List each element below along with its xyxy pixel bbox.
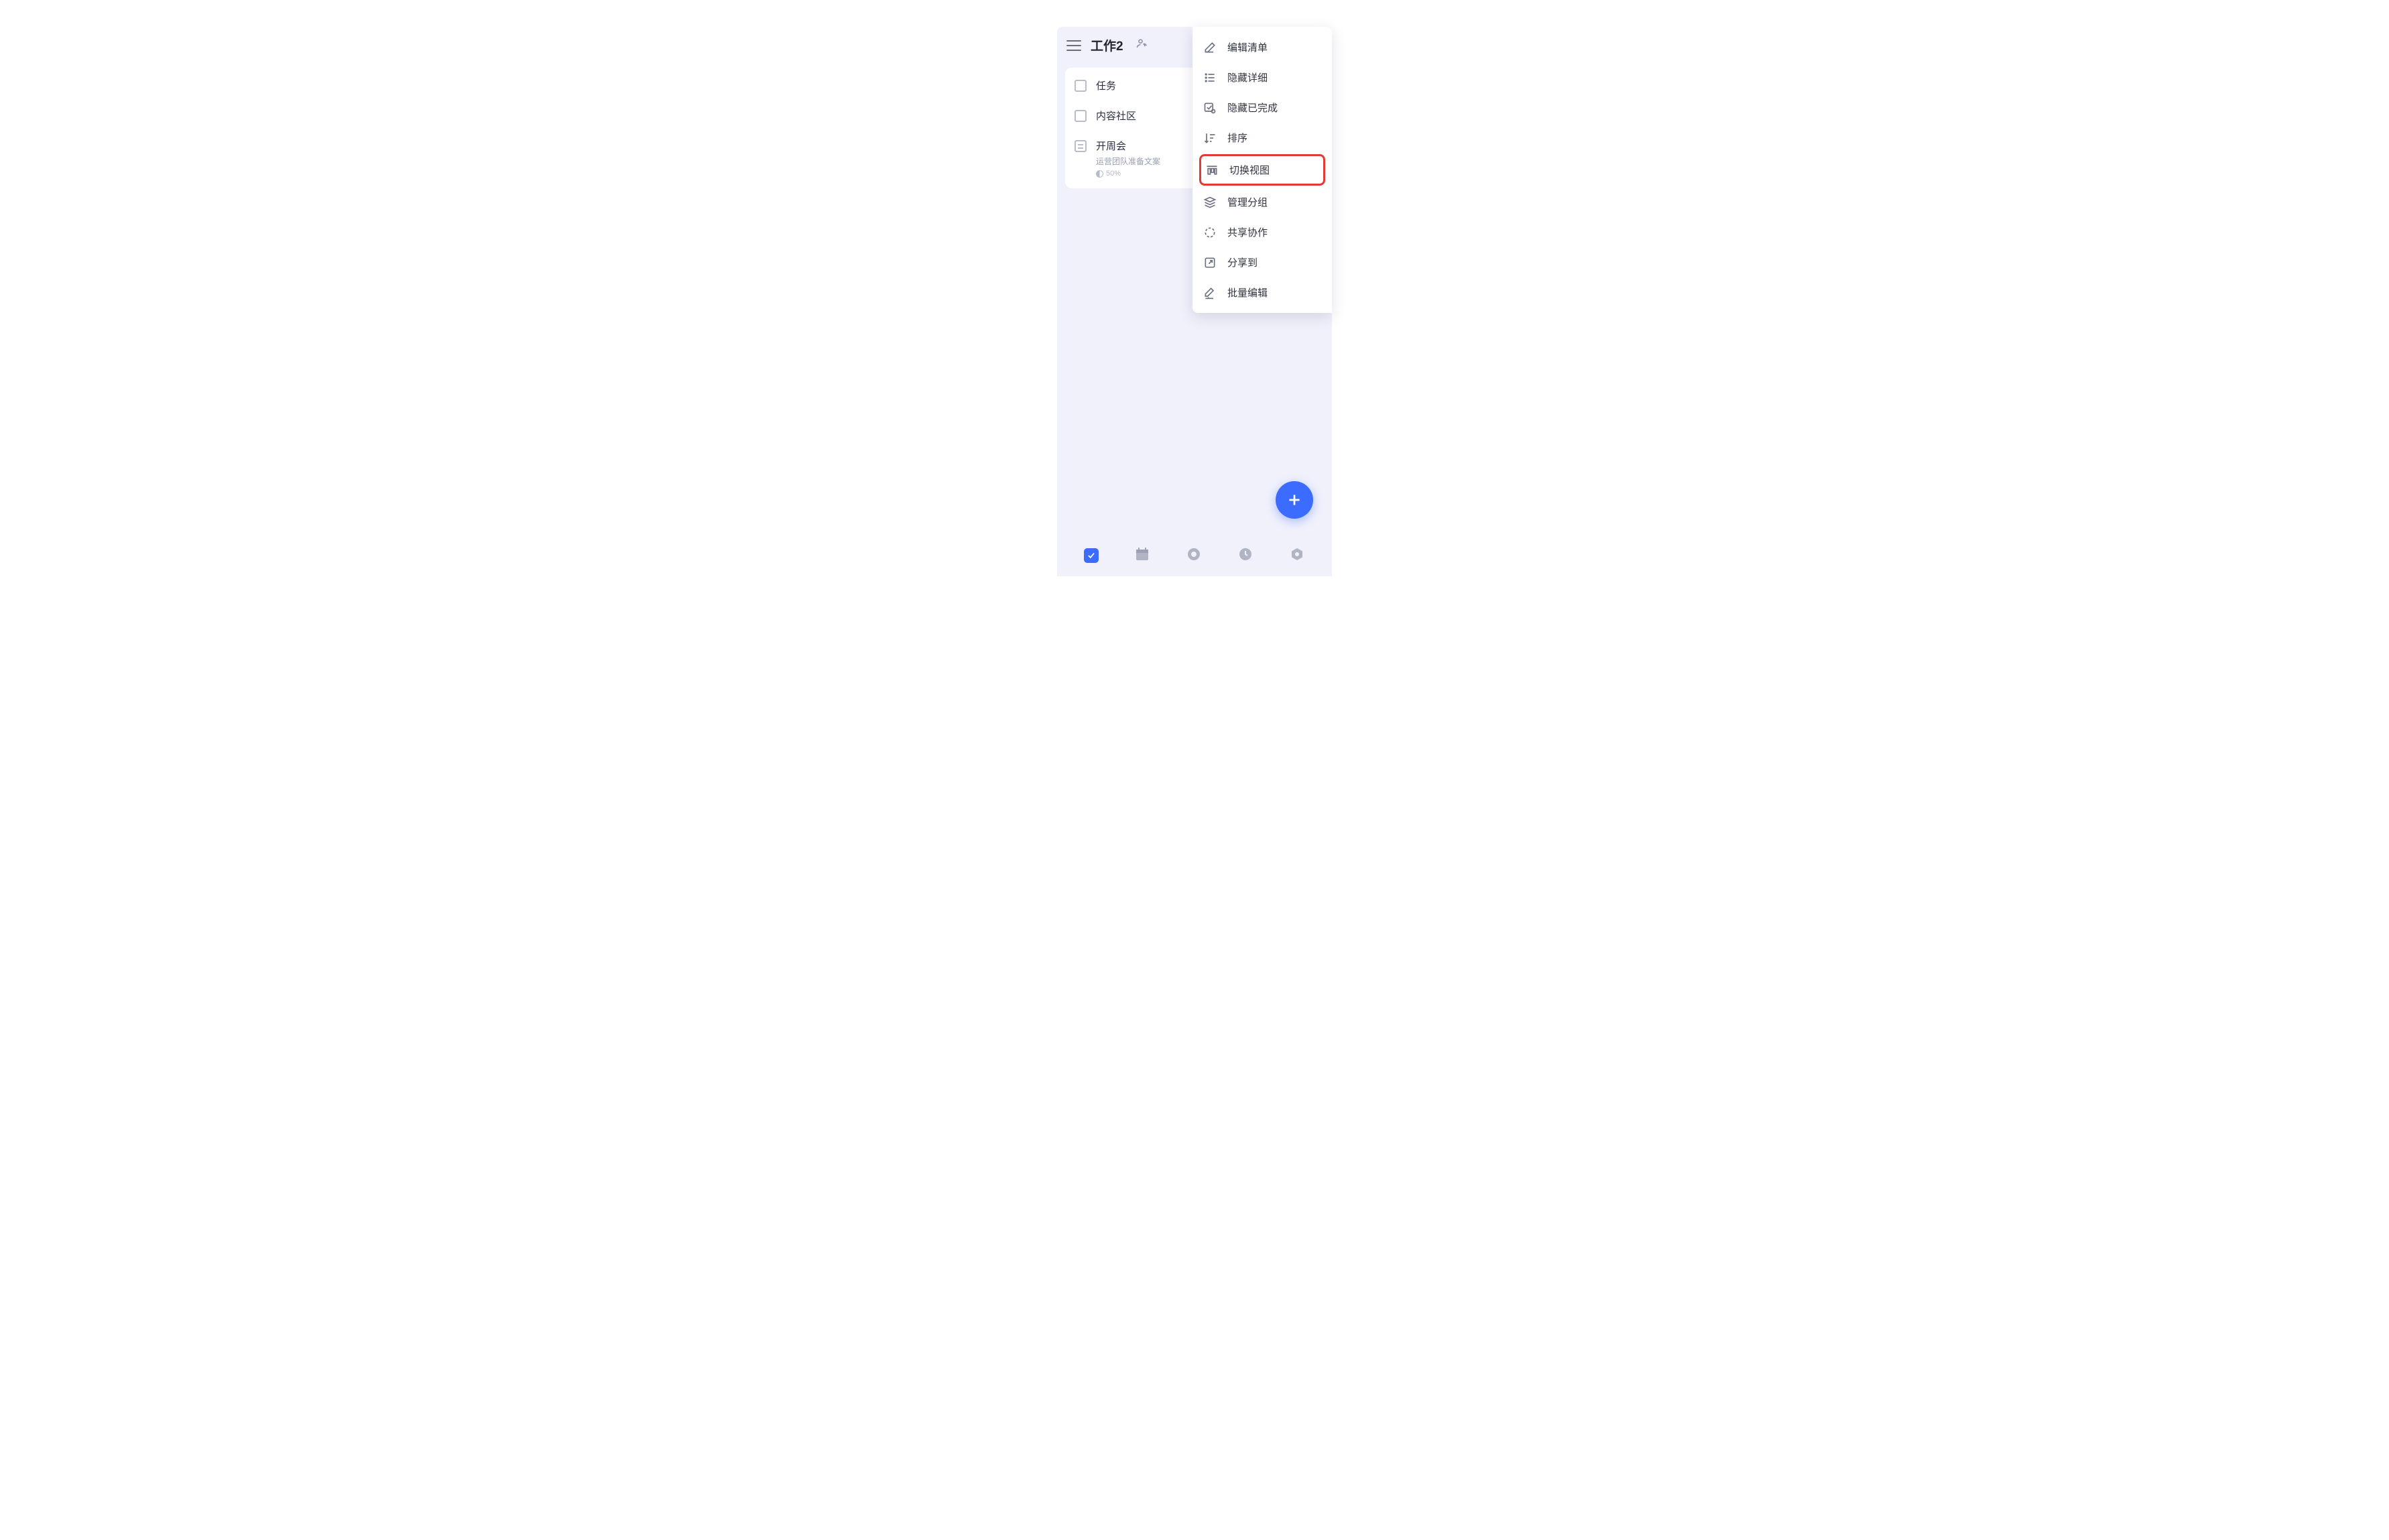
menu-batch-edit[interactable]: 批量编辑 [1192, 277, 1332, 308]
context-menu: 编辑清单 隐藏详细 隐藏已完成 排序 切换视图 [1192, 27, 1332, 313]
tab-settings[interactable] [1289, 546, 1305, 566]
tab-calendar[interactable] [1134, 546, 1150, 566]
menu-label: 分享到 [1227, 255, 1258, 269]
checkbox-icon[interactable] [1075, 80, 1087, 92]
multi-edit-icon [1203, 286, 1217, 300]
tab-habits[interactable] [1237, 546, 1253, 566]
menu-hide-details[interactable]: 隐藏详细 [1192, 62, 1332, 92]
page-title: 工作2 [1091, 36, 1123, 54]
columns-icon [1205, 164, 1219, 177]
check-filled-icon [1084, 548, 1099, 563]
check-done-icon [1203, 101, 1217, 115]
layers-icon [1203, 196, 1217, 209]
menu-share-to[interactable]: 分享到 [1192, 247, 1332, 277]
tab-tasks[interactable] [1084, 548, 1099, 563]
menu-label: 管理分组 [1227, 195, 1268, 209]
menu-hide-completed[interactable]: 隐藏已完成 [1192, 92, 1332, 123]
note-icon[interactable] [1075, 140, 1087, 152]
menu-label: 切换视图 [1229, 163, 1270, 177]
menu-share-collab[interactable]: 共享协作 [1192, 217, 1332, 247]
menu-sort[interactable]: 排序 [1192, 123, 1332, 153]
menu-edit-list[interactable]: 编辑清单 [1192, 32, 1332, 62]
menu-switch-view[interactable]: 切换视图 [1199, 154, 1325, 186]
menu-icon[interactable] [1066, 40, 1081, 51]
menu-label: 共享协作 [1227, 225, 1268, 239]
tab-focus[interactable] [1186, 546, 1202, 566]
tab-bar [1057, 535, 1332, 576]
progress-label: 50% [1106, 170, 1121, 178]
menu-label: 隐藏详细 [1227, 70, 1268, 84]
circle-dashed-icon [1203, 226, 1217, 239]
sort-icon [1203, 131, 1217, 145]
menu-label: 批量编辑 [1227, 285, 1268, 300]
progress-icon [1096, 170, 1103, 178]
checkbox-icon[interactable] [1075, 110, 1087, 122]
menu-manage-groups[interactable]: 管理分组 [1192, 187, 1332, 217]
app-frame: 工作2 任务 内容社区 开周会 运营团队准备文案 [1057, 27, 1332, 576]
list-icon [1203, 71, 1217, 84]
share-icon [1203, 256, 1217, 269]
menu-label: 排序 [1227, 131, 1247, 145]
add-button[interactable] [1276, 481, 1313, 519]
collaborator-icon[interactable] [1136, 37, 1149, 54]
menu-label: 编辑清单 [1227, 40, 1268, 54]
edit-icon [1203, 41, 1217, 54]
menu-label: 隐藏已完成 [1227, 101, 1278, 115]
